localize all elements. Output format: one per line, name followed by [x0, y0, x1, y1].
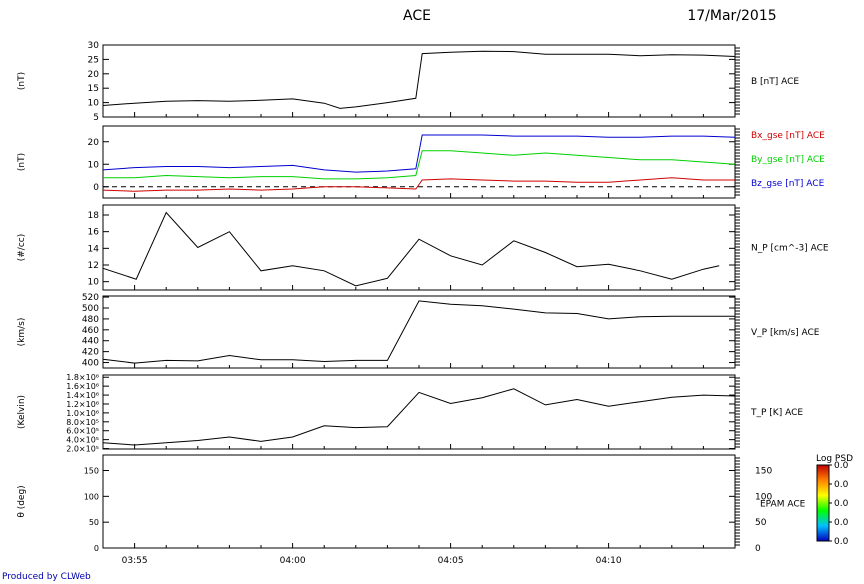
colorbar-tick-label: 0.0: [834, 537, 849, 547]
y-tick-label: 20: [88, 70, 100, 80]
y-tick-label: 25: [88, 55, 99, 65]
y-tick-label: 520: [82, 293, 99, 303]
y-tick-label: 4.0×10⁵: [66, 436, 99, 445]
series-label: By_gse [nT] ACE: [751, 155, 825, 165]
right-tick-label: 100: [755, 492, 772, 502]
series-label: T_P [K] ACE: [750, 408, 803, 418]
panel-vp: (km/s) 400420440460480500520 V_P [km/s] AC…: [17, 293, 820, 368]
chart-title: ACE: [403, 8, 431, 24]
y-tick-label: 1.0×10⁶: [66, 409, 99, 418]
series-line-1: [102, 211, 720, 287]
y-tick-label: 10: [88, 99, 100, 109]
y-tick-label: 14: [88, 244, 100, 254]
x-tick-label: 03:55: [122, 556, 148, 566]
x-tick-label: 04:10: [596, 556, 622, 566]
colorbar-tick-label: 0.0: [834, 499, 849, 509]
panel-np: (#/cc) 10 12 14 16 18 N_P [cm^-3] ACE: [17, 204, 829, 291]
y-axis-label: (#/cc): [17, 234, 27, 262]
panel-b-total: (nT) 5 10 15 20 25 30 B [nT] ACE: [17, 41, 799, 123]
panel-epam: θ (deg)050100150EPAM ACE050100150: [17, 454, 806, 554]
x-tick-label: 04:05: [438, 556, 464, 566]
series-label: Bz_gse [nT] ACE: [751, 179, 825, 189]
y-tick-label: 2.0×10⁵: [66, 445, 99, 454]
y-tick-label: 10: [88, 278, 100, 288]
colorbar: Log PSD0.00.00.00.00.0: [816, 454, 853, 547]
right-tick-label: 0: [755, 544, 761, 554]
credit-label: Produced by CLWeb: [2, 572, 91, 582]
y-axis-label: (nT): [17, 72, 27, 90]
y-tick-label: 460: [82, 326, 99, 336]
y-tick-label: 12: [88, 261, 99, 271]
x-tick-label: 04:00: [280, 556, 306, 566]
y-tick-label: 30: [88, 41, 100, 51]
colorbar-tick-label: 0.0: [834, 518, 849, 528]
panel-tp: (Kelvin) 2.0×10⁵4.0×10⁵6.0×10⁵8.0×10⁵1.0×…: [17, 373, 803, 453]
colorbar-tick-label: 0.0: [834, 480, 849, 490]
y-tick-label: 100: [84, 492, 99, 501]
y-tick-label: 500: [82, 304, 99, 314]
y-axis-label: (km/s): [17, 318, 27, 347]
y-tick-label: 480: [82, 315, 99, 325]
panel-frame: [102, 454, 736, 549]
y-tick-label: 0: [93, 183, 99, 193]
series-label: B [nT] ACE: [751, 77, 799, 87]
series-line-1: [102, 388, 736, 446]
y-tick-label: 400: [82, 359, 99, 369]
y-tick-label: 1.4×10⁶: [66, 391, 99, 400]
series-line-1: [102, 300, 735, 364]
panels: (nT) 5 10 15 20 25 30 B [nT] ACE (nT) 0 10 20 Bx_gse…: [17, 41, 829, 566]
y-tick-label: 8.0×10⁵: [66, 418, 99, 427]
y-tick-label: 0: [94, 544, 99, 553]
y-tick-label: 6.0×10⁵: [66, 427, 99, 436]
y-tick-label: 1.6×10⁶: [66, 382, 99, 391]
series-line-1: [102, 177, 735, 192]
y-tick-label: 5: [93, 113, 99, 123]
chart-canvas: ACE 17/Mar/2015 (nT) 5 10 15 20 25 30 B [nT] AC…: [17, 8, 853, 566]
series-label: N_P [cm^-3] ACE: [751, 244, 829, 254]
y-axis-label: (nT): [17, 153, 27, 171]
series-label: V_P [km/s] ACE: [751, 328, 820, 338]
series-line-3: [102, 134, 736, 173]
y-tick-label: 10: [88, 160, 100, 170]
panel-frame: [102, 374, 736, 450]
y-tick-label: 16: [88, 228, 100, 238]
panel-frame: [102, 295, 736, 369]
series-label: Bx_gse [nT] ACE: [751, 131, 825, 141]
y-tick-label: 15: [88, 84, 99, 94]
y-axis-label: θ (deg): [17, 485, 27, 517]
y-tick-label: 18: [88, 211, 100, 221]
y-tick-label: 440: [82, 337, 99, 347]
y-tick-label: 20: [88, 138, 100, 148]
colorbar-tick-label: 0.0: [834, 461, 849, 471]
y-tick-label: 50: [89, 518, 99, 527]
y-tick-label: 1.2×10⁶: [66, 400, 99, 409]
y-axis-label: (Kelvin): [17, 395, 27, 429]
colorbar-scale: [816, 464, 830, 542]
y-tick-label: 420: [82, 348, 99, 358]
right-tick-label: 150: [755, 467, 772, 477]
series-line-1: [102, 50, 736, 109]
y-tick-label: 1.8×10⁶: [66, 373, 99, 382]
series-line-2: [103, 150, 736, 180]
y-tick-label: 150: [84, 467, 99, 476]
panel-b-components: (nT) 0 10 20 Bx_gse [nT] ACE By_gse [nT] ACE B…: [17, 125, 825, 199]
chart-date: 17/Mar/2015: [687, 8, 776, 24]
right-tick-label: 50: [755, 518, 767, 528]
